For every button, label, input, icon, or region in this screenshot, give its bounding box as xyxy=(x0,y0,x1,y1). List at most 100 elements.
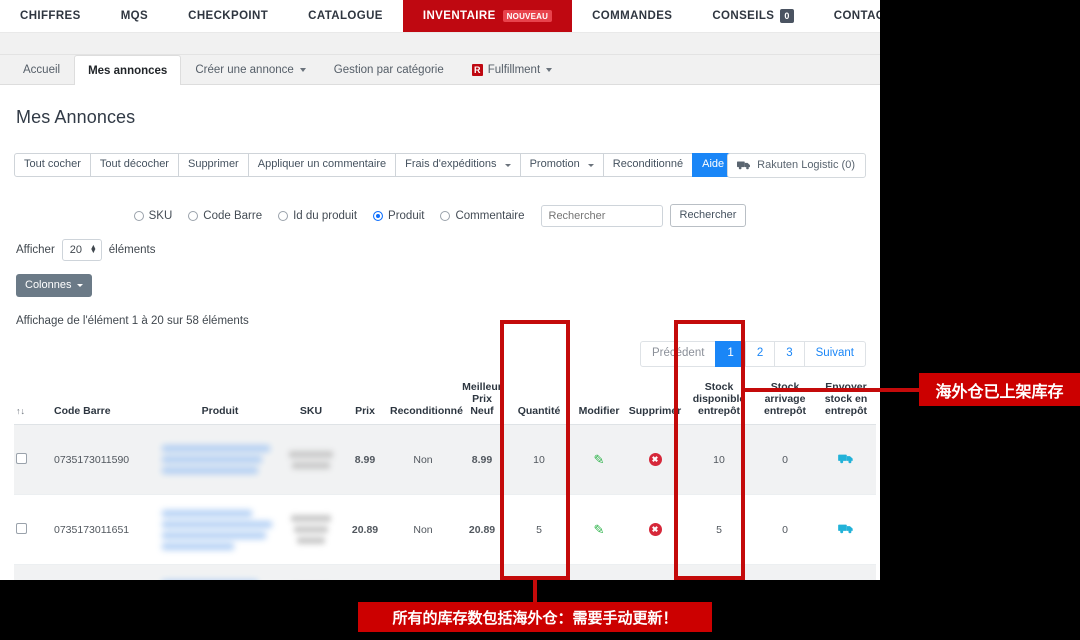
pencil-icon[interactable]: ✎ xyxy=(594,452,605,468)
row-checkbox-cell[interactable] xyxy=(14,425,52,495)
nav-item-contact[interactable]: CONTACT xyxy=(814,0,880,32)
cell-supprimer[interactable]: ✖ xyxy=(626,565,684,581)
search-input[interactable] xyxy=(541,205,663,227)
cell-modifier[interactable]: ✎ xyxy=(572,425,626,495)
delete-circle-icon[interactable]: ✖ xyxy=(649,523,662,536)
page-size-select[interactable]: 20 ▲▼ xyxy=(62,239,102,261)
logistic-label: Rakuten Logistic (0) xyxy=(757,159,855,171)
table-row[interactable]: 0735173010814 26.89 Non 26.89 18 xyxy=(14,565,876,581)
row-checkbox-cell[interactable] xyxy=(14,565,52,581)
radio-sku[interactable]: SKU xyxy=(134,210,173,222)
tab-label: Accueil xyxy=(23,64,60,76)
cell-sku xyxy=(280,425,342,495)
radio-label: Produit xyxy=(388,210,424,222)
th-quantite[interactable]: Quantité xyxy=(506,381,572,425)
annotation-label-right: 海外仓已上架库存 xyxy=(919,373,1080,406)
tab-creer-une-annonce[interactable]: Créer une annonce xyxy=(181,55,319,84)
tab-fulfillment[interactable]: R Fulfillment xyxy=(458,55,566,84)
afficher-label: Afficher xyxy=(16,244,55,256)
th-produit[interactable]: Produit xyxy=(160,381,280,425)
cell-envoyer-stock[interactable] xyxy=(816,425,876,495)
nav-item-commandes[interactable]: COMMANDES xyxy=(572,0,692,32)
cell-code-barre: 0735173011651 xyxy=(52,495,160,565)
nav-item-mqs[interactable]: MQS xyxy=(101,0,168,32)
th-modifier[interactable]: Modifier xyxy=(572,381,626,425)
table-row[interactable]: 0735173011651 20.89 Non 20.89 5 xyxy=(14,495,876,565)
reconditionne-button[interactable]: Reconditionné xyxy=(603,153,693,177)
th-supprimer[interactable]: Supprimer xyxy=(626,381,684,425)
supprimer-button[interactable]: Supprimer xyxy=(178,153,249,177)
row-checkbox[interactable] xyxy=(16,453,27,464)
pencil-icon[interactable]: ✎ xyxy=(594,522,605,538)
pagination-page-3[interactable]: 3 xyxy=(774,341,804,367)
radio-dot-icon xyxy=(278,211,288,221)
pagination-label: Précédent xyxy=(652,347,704,359)
radio-dot-icon xyxy=(134,211,144,221)
truck-icon[interactable] xyxy=(838,453,854,464)
nav-label: CONSEILS xyxy=(712,10,774,22)
chevron-down-icon xyxy=(546,68,552,72)
pagination-page-2[interactable]: 2 xyxy=(745,341,775,367)
pagination-next[interactable]: Suivant xyxy=(804,341,866,367)
nav-label: CHIFFRES xyxy=(20,10,81,22)
pagination-page-1[interactable]: 1 xyxy=(715,341,745,367)
cell-envoyer-stock[interactable] xyxy=(816,495,876,565)
th-stock-disponible-entrepot[interactable]: Stock disponible entrepôt xyxy=(684,381,754,425)
tab-mes-annonces[interactable]: Mes annonces xyxy=(74,55,181,85)
cell-code-barre: 0735173011590 xyxy=(52,425,160,495)
elements-label: éléments xyxy=(109,244,156,256)
search-filter-row: SKU Code Barre Id du produit Produit Com… xyxy=(14,204,866,227)
th-sku[interactable]: SKU xyxy=(280,381,342,425)
cell-envoyer-stock[interactable] xyxy=(816,565,876,581)
th-select[interactable]: ↑↓ xyxy=(14,381,52,425)
row-checkbox-cell[interactable] xyxy=(14,495,52,565)
nav-item-checkpoint[interactable]: CHECKPOINT xyxy=(168,0,288,32)
delete-circle-icon[interactable]: ✖ xyxy=(649,453,662,466)
cell-modifier[interactable]: ✎ xyxy=(572,495,626,565)
radio-id-du-produit[interactable]: Id du produit xyxy=(278,210,357,222)
cell-reconditionne: Non xyxy=(388,425,458,495)
page-title: Mes Annonces xyxy=(16,107,866,128)
appliquer-commentaire-button[interactable]: Appliquer un commentaire xyxy=(248,153,396,177)
radio-commentaire[interactable]: Commentaire xyxy=(440,210,524,222)
page-size-row: Afficher 20 ▲▼ éléments xyxy=(16,239,866,261)
tout-cocher-button[interactable]: Tout cocher xyxy=(14,153,91,177)
button-label: Reconditionné xyxy=(613,158,683,170)
nav-label: CONTACT xyxy=(834,10,880,22)
radio-produit[interactable]: Produit xyxy=(373,210,424,222)
cell-stock-arrivage-entrepot: 0 xyxy=(754,495,816,565)
promotion-dropdown[interactable]: Promotion xyxy=(520,153,604,177)
search-button-label: Rechercher xyxy=(680,209,737,221)
colonnes-button[interactable]: Colonnes xyxy=(16,274,92,297)
frais-expeditions-dropdown[interactable]: Frais d'expéditions xyxy=(395,153,520,177)
tab-accueil[interactable]: Accueil xyxy=(9,55,74,84)
action-button-group: Tout cocher Tout décocher Supprimer Appl… xyxy=(14,153,785,177)
annotation-label-bottom: 所有的库存数包括海外仓：需要手动更新！ xyxy=(358,602,712,632)
th-meilleur-prix-neuf[interactable]: Meilleur Prix Neuf xyxy=(458,381,506,425)
conseils-count-badge: 0 xyxy=(780,9,793,23)
cell-supprimer[interactable]: ✖ xyxy=(626,425,684,495)
cell-prix: 8.99 xyxy=(342,425,388,495)
nav-item-catalogue[interactable]: CATALOGUE xyxy=(288,0,403,32)
tout-decocher-button[interactable]: Tout décocher xyxy=(90,153,179,177)
th-code-barre[interactable]: Code Barre xyxy=(52,381,160,425)
nav-item-inventaire[interactable]: INVENTAIRE NOUVEAU xyxy=(403,0,572,32)
th-prix[interactable]: Prix xyxy=(342,381,388,425)
tab-gestion-par-categorie[interactable]: Gestion par catégorie xyxy=(320,55,458,84)
radio-code-barre[interactable]: Code Barre xyxy=(188,210,262,222)
cell-supprimer[interactable]: ✖ xyxy=(626,495,684,565)
search-button[interactable]: Rechercher xyxy=(670,204,747,227)
truck-icon[interactable] xyxy=(838,523,854,534)
pagination-prev[interactable]: Précédent xyxy=(640,341,716,367)
nav-item-chiffres[interactable]: CHIFFRES xyxy=(0,0,101,32)
table-row[interactable]: 0735173011590 8.99 Non 8.99 10 xyxy=(14,425,876,495)
nav-label: MQS xyxy=(121,10,148,22)
th-reconditionne[interactable]: Reconditionné xyxy=(388,381,458,425)
rakuten-logistic-button[interactable]: Rakuten Logistic (0) xyxy=(727,153,866,178)
cell-modifier[interactable]: ✎ xyxy=(572,565,626,581)
cell-sku xyxy=(280,495,342,565)
row-checkbox[interactable] xyxy=(16,523,27,534)
results-info: Affichage de l'élément 1 à 20 sur 58 élé… xyxy=(16,315,866,327)
nav-item-conseils[interactable]: CONSEILS 0 xyxy=(692,0,813,32)
tab-label: Fulfillment xyxy=(488,64,540,76)
